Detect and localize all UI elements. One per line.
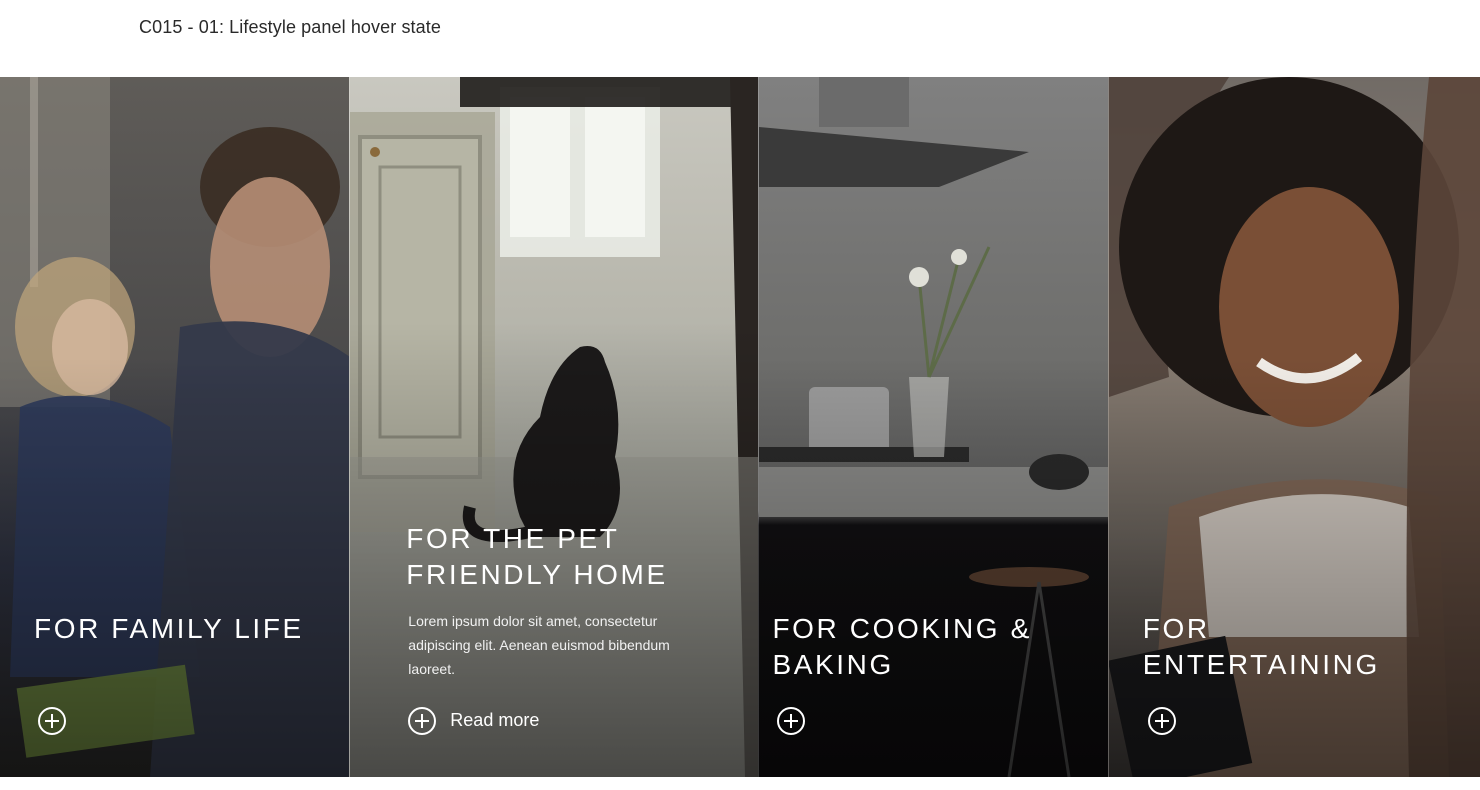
panel-family-life[interactable]: FOR FAMILY LIFE [0,77,350,777]
panel-title-line-1: FOR COOKING & [772,613,1032,644]
family-scene-image [0,77,350,777]
panel-overlay [0,77,350,777]
panel-title-line-1: FOR THE PET [406,523,620,554]
plus-circle-icon[interactable] [1147,707,1176,735]
plus-circle-icon[interactable] [38,707,66,735]
panel-description: Lorem ipsum dolor sit amet, consectetur … [408,613,670,677]
panel-pet-friendly-home[interactable]: FOR THE PET FRIENDLY HOME Lorem ipsum do… [349,77,759,777]
panel-title-line-1: FOR [1142,613,1210,644]
lifestyle-panels: FOR FAMILY LIFE FOR THE PET FRIENDLY HOM… [0,77,1480,777]
page-caption: C015 - 01: Lifestyle panel hover state [139,17,441,37]
plus-circle-icon[interactable] [408,707,437,735]
panel-entertaining[interactable]: FOR ENTERTAINING [1107,77,1480,777]
panel-title-line-2: FRIENDLY HOME [406,559,668,590]
panel-title-line-2: ENTERTAINING [1142,649,1380,680]
plus-circle-icon[interactable] [777,707,806,735]
panel-title: FOR FAMILY LIFE [34,613,304,644]
panel-cooking-baking[interactable]: FOR COOKING & BAKING [758,77,1108,777]
panel-title-line-2: BAKING [772,649,894,680]
read-more-link[interactable]: Read more [450,710,539,731]
